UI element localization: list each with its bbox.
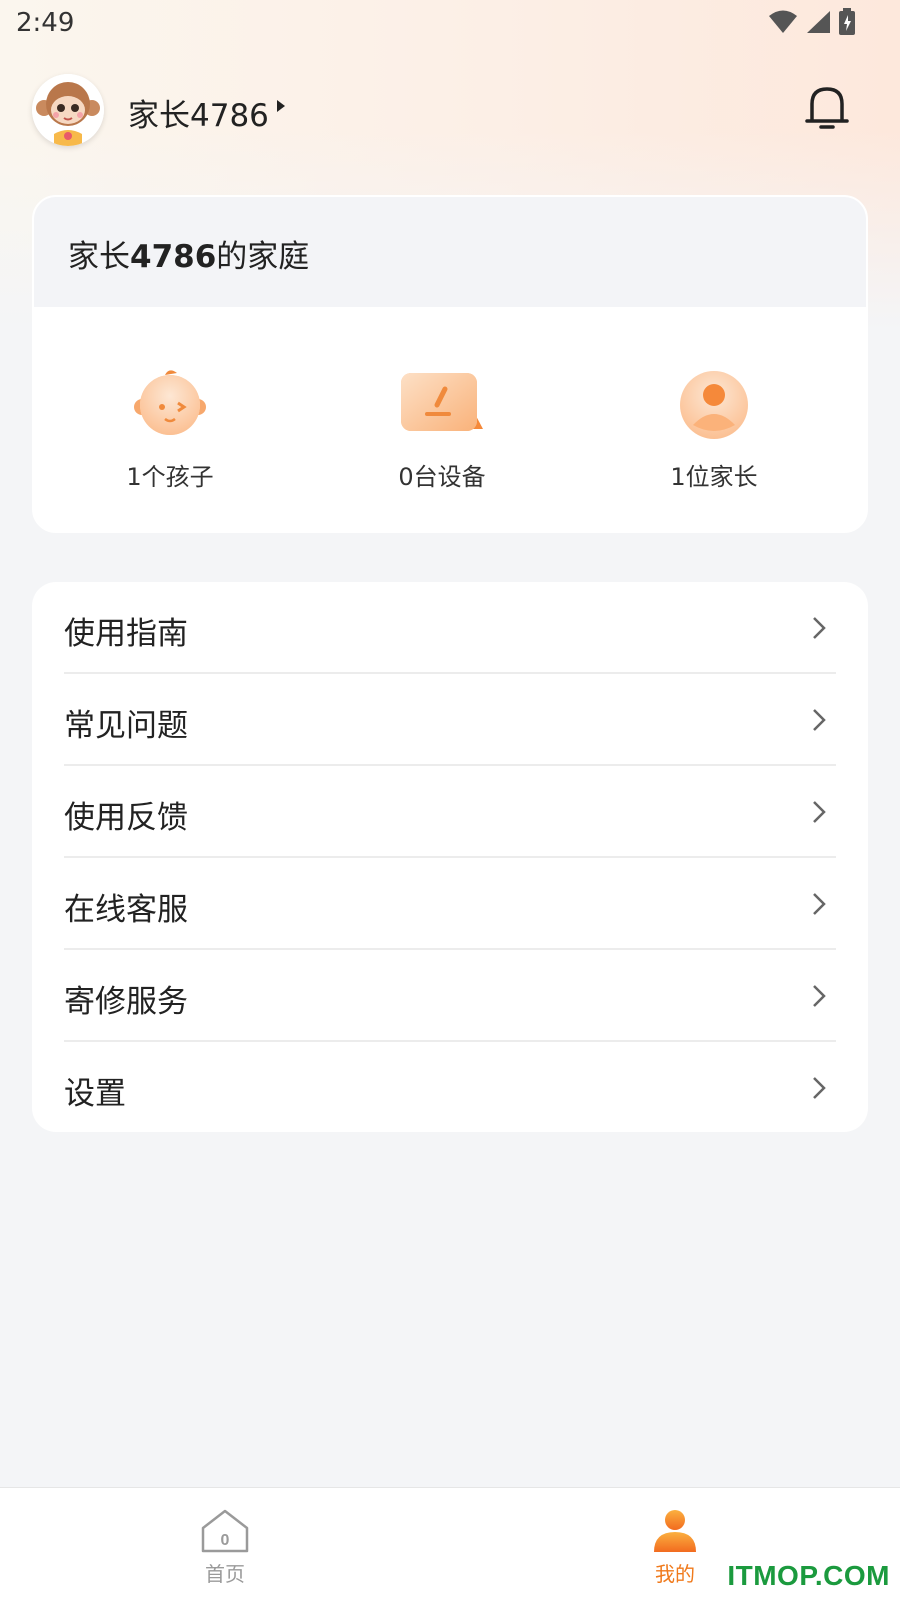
menu-item-settings[interactable]: 设置 bbox=[64, 1042, 836, 1134]
menu-item-repair-service[interactable]: 寄修服务 bbox=[64, 950, 836, 1042]
family-card-header: 家长4786的家庭 bbox=[34, 197, 866, 307]
stat-devices[interactable]: 0台设备 bbox=[342, 365, 542, 492]
stat-label: 1位家长 bbox=[670, 463, 758, 491]
menu-item-feedback[interactable]: 使用反馈 bbox=[64, 766, 836, 858]
menu-label: 常见问题 bbox=[64, 708, 188, 744]
chevron-right-icon bbox=[813, 709, 826, 731]
tab-home[interactable]: 0 首页 bbox=[165, 1488, 285, 1600]
chevron-right-icon bbox=[813, 1077, 826, 1099]
child-icon bbox=[125, 365, 215, 445]
menu-item-online-service[interactable]: 在线客服 bbox=[64, 858, 836, 950]
person-icon bbox=[650, 1508, 700, 1554]
status-time: 2:49 bbox=[16, 8, 75, 38]
stat-children[interactable]: 1个孩子 bbox=[70, 365, 270, 492]
menu-label: 在线客服 bbox=[64, 892, 188, 928]
stat-parents[interactable]: 1位家长 bbox=[614, 365, 814, 492]
menu-card: 使用指南 常见问题 使用反馈 在线客服 寄修服务 设置 bbox=[32, 582, 868, 1132]
menu-label: 寄修服务 bbox=[64, 984, 188, 1020]
tab-mine[interactable]: 我的 bbox=[615, 1488, 735, 1600]
stat-label: 0台设备 bbox=[398, 463, 486, 491]
device-icon bbox=[397, 365, 487, 445]
status-icons bbox=[768, 8, 858, 36]
status-bar: 2:49 bbox=[0, 0, 900, 48]
chevron-right-icon bbox=[813, 617, 826, 639]
family-card[interactable]: 家长4786的家庭 1个孩子 0台设备 1位家长 bbox=[32, 195, 868, 533]
avatar[interactable] bbox=[32, 74, 104, 146]
chevron-right-icon bbox=[813, 985, 826, 1007]
user-name[interactable]: 家长4786 bbox=[128, 90, 269, 135]
menu-item-faq[interactable]: 常见问题 bbox=[64, 674, 836, 766]
home-icon: 0 bbox=[200, 1508, 250, 1554]
signal-icon bbox=[807, 11, 830, 33]
parent-icon bbox=[669, 365, 759, 445]
wifi-icon bbox=[769, 10, 797, 33]
chevron-right-icon bbox=[813, 893, 826, 915]
watermark: ITMOP.COM bbox=[727, 1560, 890, 1591]
bell-icon[interactable] bbox=[804, 84, 850, 134]
menu-item-guide[interactable]: 使用指南 bbox=[64, 582, 836, 674]
menu-label: 设置 bbox=[64, 1076, 126, 1112]
stat-label: 1个孩子 bbox=[126, 463, 214, 491]
caret-right-icon[interactable] bbox=[275, 98, 287, 114]
profile-header: 家长4786 bbox=[0, 70, 900, 150]
monkey-avatar-icon bbox=[32, 74, 104, 146]
battery-icon bbox=[839, 8, 855, 35]
menu-label: 使用反馈 bbox=[64, 800, 188, 836]
tab-mine-label: 我的 bbox=[655, 1562, 695, 1586]
home-badge: 0 bbox=[221, 1532, 230, 1549]
tab-home-label: 首页 bbox=[205, 1562, 245, 1586]
family-title: 家长4786的家庭 bbox=[68, 239, 310, 275]
menu-label: 使用指南 bbox=[64, 616, 188, 652]
chevron-right-icon bbox=[813, 801, 826, 823]
